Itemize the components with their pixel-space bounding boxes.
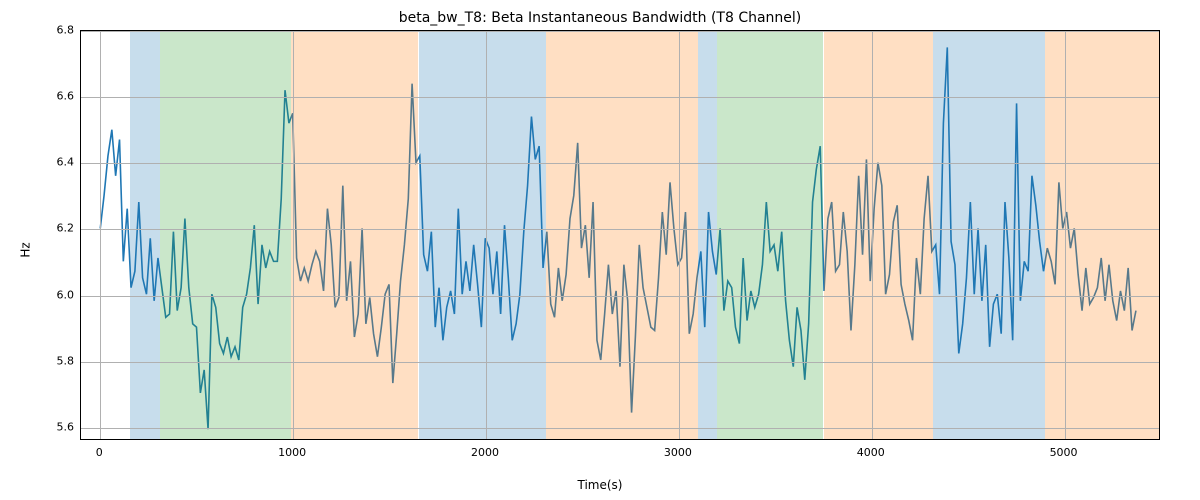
y-tick-label: 6.4 bbox=[14, 156, 74, 169]
bg-span bbox=[546, 31, 698, 439]
gridline-v bbox=[293, 31, 294, 439]
gridline-h bbox=[81, 296, 1159, 297]
y-tick-label: 5.8 bbox=[14, 354, 74, 367]
gridline-h bbox=[81, 362, 1159, 363]
x-tick-label: 2000 bbox=[471, 446, 499, 459]
gridline-v bbox=[100, 31, 101, 439]
bg-span bbox=[130, 31, 160, 439]
x-tick-label: 0 bbox=[96, 446, 103, 459]
bg-span bbox=[717, 31, 823, 439]
gridline-h bbox=[81, 163, 1159, 164]
figure: beta_bw_T8: Beta Instantaneous Bandwidth… bbox=[0, 0, 1200, 500]
bg-span bbox=[1045, 31, 1160, 439]
gridline-v bbox=[679, 31, 680, 439]
bg-span bbox=[698, 31, 717, 439]
y-tick-label: 6.2 bbox=[14, 222, 74, 235]
chart-title: beta_bw_T8: Beta Instantaneous Bandwidth… bbox=[0, 10, 1200, 26]
gridline-h bbox=[81, 428, 1159, 429]
y-axis-label: Hz bbox=[19, 242, 33, 257]
gridline-h bbox=[81, 97, 1159, 98]
gridline-h bbox=[81, 31, 1159, 32]
y-tick-label: 5.6 bbox=[14, 420, 74, 433]
x-tick-label: 1000 bbox=[278, 446, 306, 459]
bg-span bbox=[160, 31, 291, 439]
x-tick-label: 5000 bbox=[1050, 446, 1078, 459]
gridline-v bbox=[1065, 31, 1066, 439]
y-tick-label: 6.0 bbox=[14, 288, 74, 301]
bg-span bbox=[933, 31, 1045, 439]
y-tick-label: 6.8 bbox=[14, 24, 74, 37]
gridline-v bbox=[486, 31, 487, 439]
x-tick-label: 3000 bbox=[664, 446, 692, 459]
bg-span bbox=[419, 31, 546, 439]
y-tick-label: 6.6 bbox=[14, 90, 74, 103]
gridline-h bbox=[81, 229, 1159, 230]
bg-span bbox=[291, 31, 418, 439]
gridline-v bbox=[872, 31, 873, 439]
plot-area bbox=[80, 30, 1160, 440]
x-tick-label: 4000 bbox=[857, 446, 885, 459]
bg-span bbox=[824, 31, 934, 439]
x-axis-label: Time(s) bbox=[0, 478, 1200, 492]
